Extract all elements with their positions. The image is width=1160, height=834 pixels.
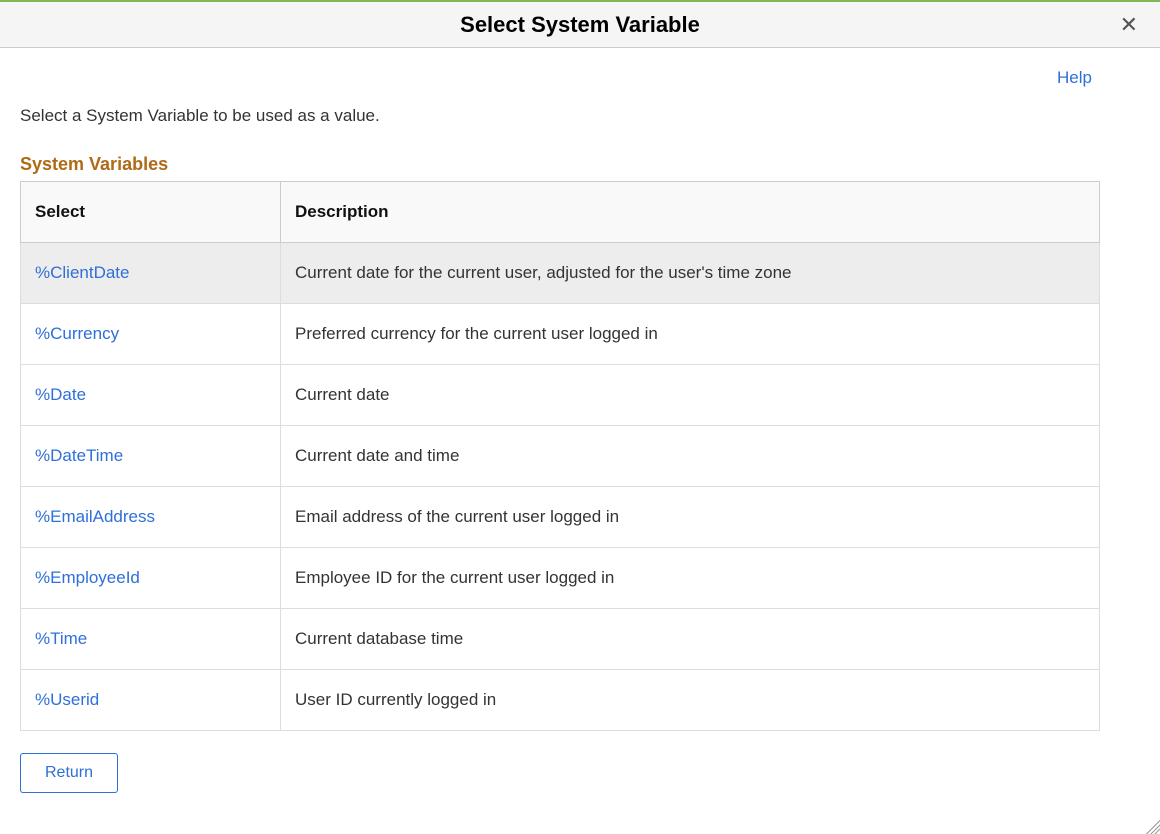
table-row: %Date Current date (21, 365, 1100, 426)
sysvar-desc: Current date for the current user, adjus… (281, 243, 1100, 304)
return-button[interactable]: Return (20, 753, 118, 793)
sysvar-link-employeeid[interactable]: %EmployeeId (35, 568, 140, 587)
close-icon: ✕ (1120, 12, 1138, 37)
system-variables-table: Select Description %ClientDate Current d… (20, 181, 1100, 731)
dialog-header: Select System Variable ✕ (0, 0, 1160, 48)
sysvar-desc: User ID currently logged in (281, 670, 1100, 731)
table-header-description: Description (281, 182, 1100, 243)
sysvar-link-userid[interactable]: %Userid (35, 690, 99, 709)
table-row: %DateTime Current date and time (21, 426, 1100, 487)
sysvar-link-time[interactable]: %Time (35, 629, 87, 648)
content: Help Select a System Variable to be used… (0, 48, 1120, 823)
sysvar-link-clientdate[interactable]: %ClientDate (35, 263, 130, 282)
sysvar-desc: Current date and time (281, 426, 1100, 487)
instruction-text: Select a System Variable to be used as a… (20, 106, 1100, 126)
table-header-select: Select (21, 182, 281, 243)
help-link[interactable]: Help (20, 68, 1100, 88)
table-row: %Currency Preferred currency for the cur… (21, 304, 1100, 365)
sysvar-link-date[interactable]: %Date (35, 385, 86, 404)
table-row: %Time Current database time (21, 609, 1100, 670)
dialog-title: Select System Variable (460, 12, 700, 38)
table-row: %Userid User ID currently logged in (21, 670, 1100, 731)
sysvar-desc: Current database time (281, 609, 1100, 670)
sysvar-desc: Employee ID for the current user logged … (281, 548, 1100, 609)
table-row: %EmployeeId Employee ID for the current … (21, 548, 1100, 609)
close-button[interactable]: ✕ (1116, 10, 1142, 40)
table-row: %EmailAddress Email address of the curre… (21, 487, 1100, 548)
content-scroll[interactable]: Help Select a System Variable to be used… (0, 48, 1160, 834)
section-title: System Variables (20, 154, 1100, 175)
sysvar-link-emailaddress[interactable]: %EmailAddress (35, 507, 155, 526)
sysvar-link-datetime[interactable]: %DateTime (35, 446, 123, 465)
resize-handle-icon[interactable] (1146, 820, 1160, 834)
sysvar-desc: Current date (281, 365, 1100, 426)
sysvar-link-currency[interactable]: %Currency (35, 324, 119, 343)
sysvar-desc: Email address of the current user logged… (281, 487, 1100, 548)
sysvar-desc: Preferred currency for the current user … (281, 304, 1100, 365)
table-row: %ClientDate Current date for the current… (21, 243, 1100, 304)
